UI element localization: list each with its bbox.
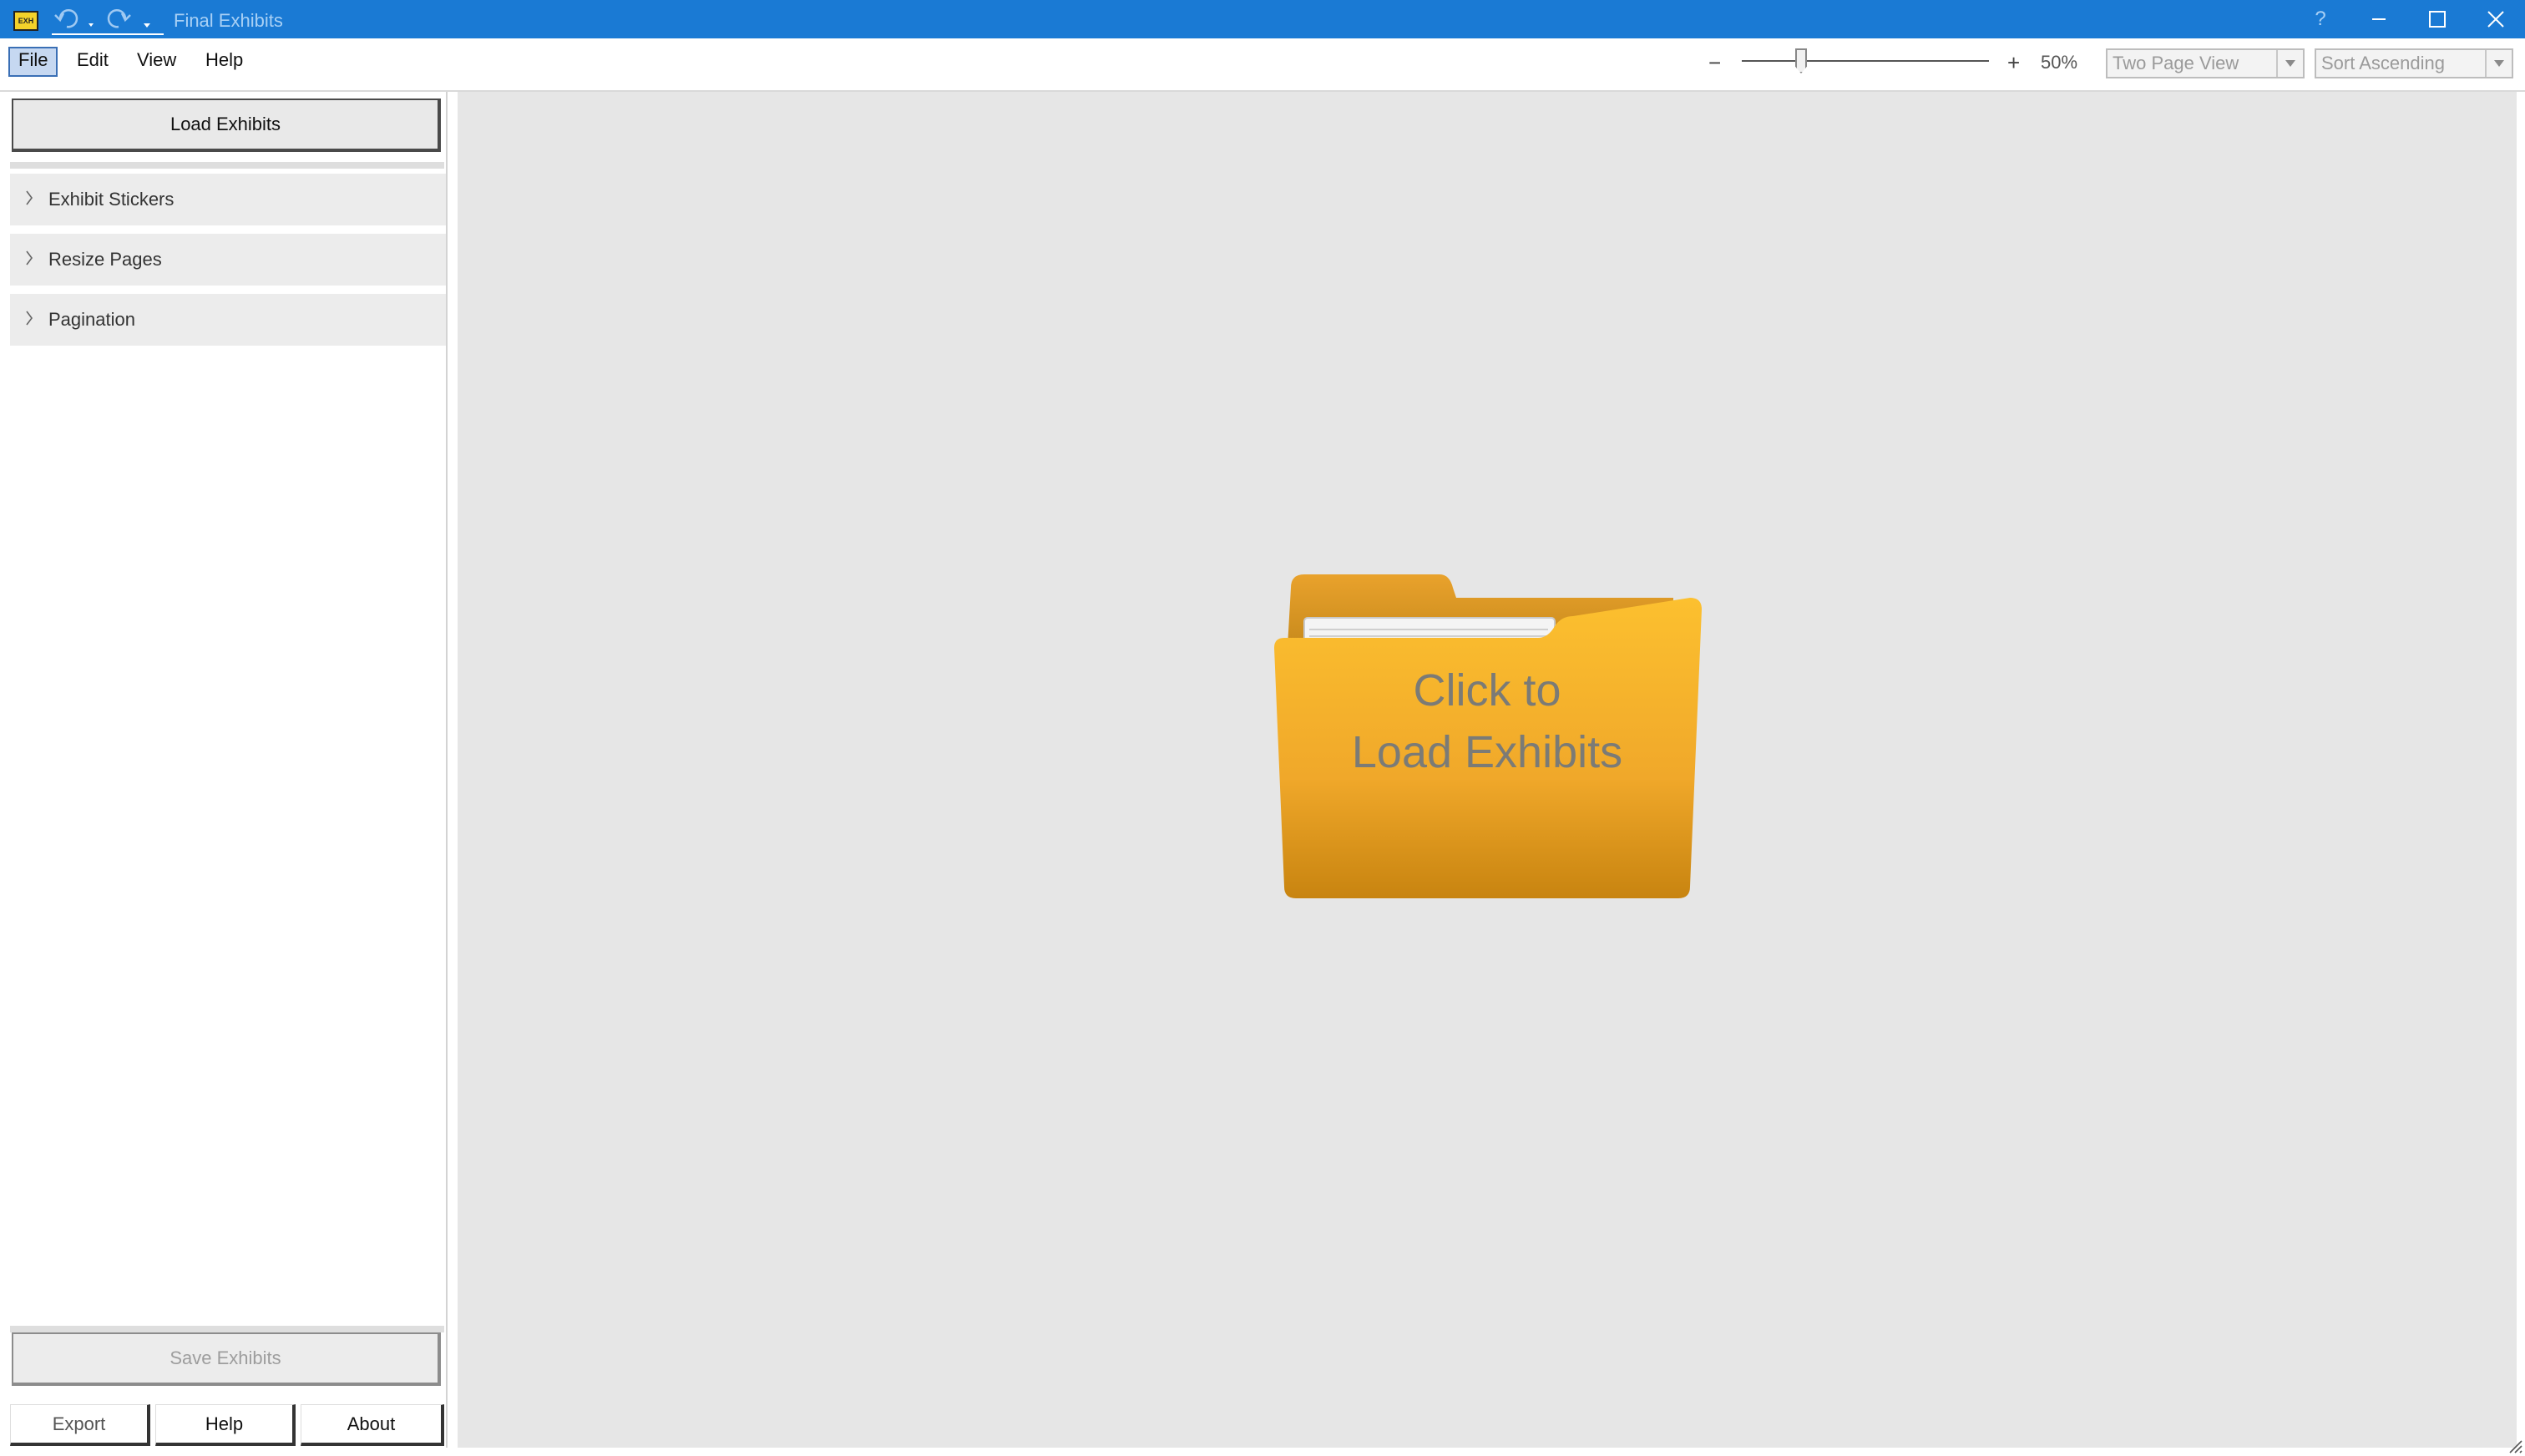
load-button-divider (10, 162, 444, 169)
resize-grip-icon[interactable] (2507, 1438, 2523, 1454)
chevron-down-icon (2276, 50, 2303, 77)
section-label: Resize Pages (48, 249, 162, 270)
chevron-right-icon (25, 250, 33, 271)
status-strip (0, 1449, 2525, 1456)
prompt-line-1: Click to (1413, 665, 1561, 715)
section-exhibit-stickers[interactable]: Exhibit Stickers (10, 174, 446, 227)
menu-view[interactable]: View (129, 47, 185, 73)
load-exhibits-button[interactable]: Load Exhibits (12, 99, 441, 152)
chevron-right-icon (25, 310, 33, 331)
help-button[interactable]: Help (155, 1404, 296, 1446)
sort-order-value: Sort Ascending (2321, 53, 2445, 73)
minimize-button[interactable] (2350, 0, 2408, 38)
prompt-line-2: Load Exhibits (1351, 727, 1623, 777)
zoom-out-button[interactable]: − (1708, 50, 1721, 76)
save-button-divider (10, 1326, 444, 1332)
section-label: Pagination (48, 309, 135, 330)
help-window-button[interactable]: ? (2291, 0, 2350, 38)
about-button[interactable]: About (301, 1404, 444, 1446)
menu-file[interactable]: File (8, 47, 58, 77)
sort-order-dropdown[interactable]: Sort Ascending (2315, 48, 2513, 78)
zoom-slider[interactable] (1742, 60, 1989, 62)
redo-button[interactable] (107, 7, 155, 33)
section-resize-pages[interactable]: Resize Pages (10, 234, 446, 287)
window-title: Final Exhibits (174, 10, 283, 31)
save-exhibits-button[interactable]: Save Exhibits (12, 1332, 441, 1386)
chevron-down-icon (2485, 50, 2512, 77)
view-mode-dropdown[interactable]: Two Page View (2106, 48, 2305, 78)
redo-icon (107, 8, 150, 28)
menu-edit[interactable]: Edit (68, 47, 117, 73)
close-button[interactable] (2467, 0, 2525, 38)
quick-access-underline (52, 33, 164, 35)
zoom-in-button[interactable]: + (2007, 50, 2020, 76)
title-bar: EXH Final Exhibits ? (0, 0, 2525, 38)
minimize-icon (2372, 18, 2386, 20)
undo-button[interactable] (52, 7, 95, 33)
undo-icon (54, 8, 94, 28)
chevron-right-icon (25, 190, 33, 211)
close-icon (2487, 11, 2504, 28)
maximize-button[interactable] (2408, 0, 2467, 38)
section-label: Exhibit Stickers (48, 189, 175, 210)
app-icon[interactable]: EXH (13, 11, 38, 31)
sidebar: Load Exhibits Exhibit Stickers Resize Pa… (2, 92, 448, 1448)
sidebar-footer: Export Help About (10, 1404, 444, 1446)
section-pagination[interactable]: Pagination (10, 294, 446, 347)
export-button[interactable]: Export (10, 1404, 150, 1446)
maximize-icon (2429, 11, 2446, 28)
help-icon: ? (2315, 8, 2326, 30)
menu-help[interactable]: Help (197, 47, 251, 73)
load-exhibits-prompt[interactable]: Click to Load Exhibits (1273, 660, 1702, 783)
view-mode-value: Two Page View (2113, 53, 2239, 73)
zoom-level-label: 50% (2041, 52, 2078, 73)
